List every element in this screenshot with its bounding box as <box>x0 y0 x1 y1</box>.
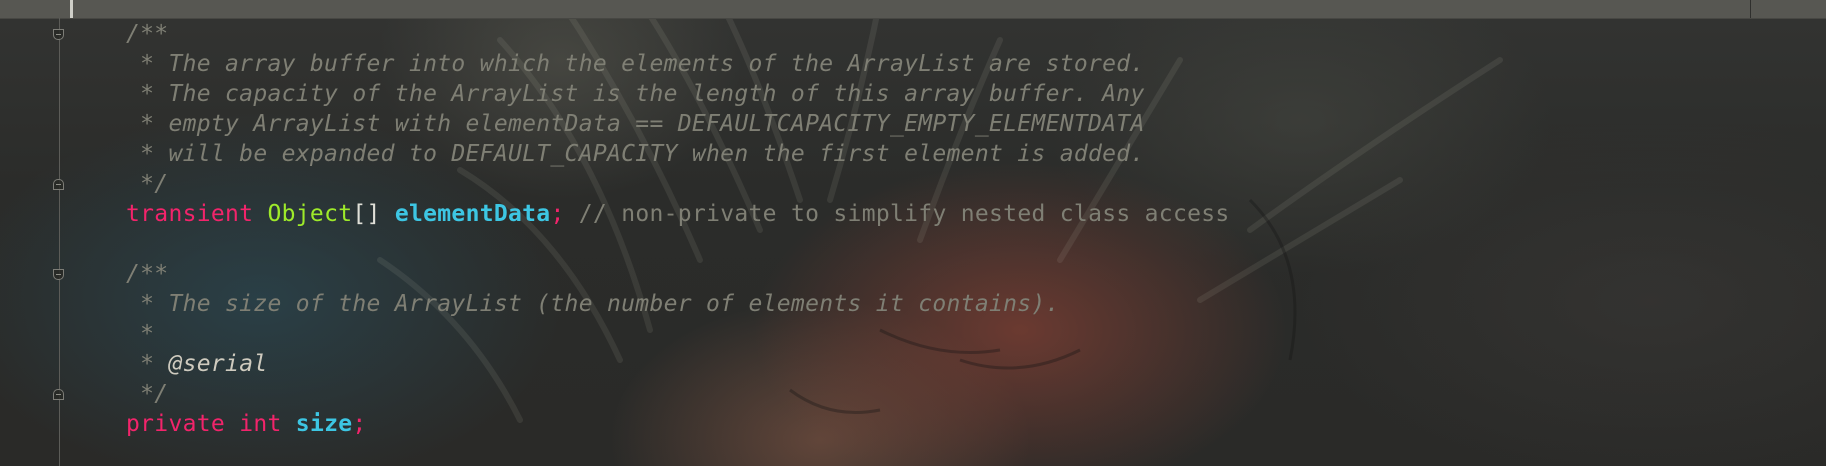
fold-close-icon[interactable] <box>53 179 64 190</box>
doc-comment: * The capacity of the ArrayList is the l… <box>126 81 1145 107</box>
code-line-size: private int size; <box>126 409 1230 439</box>
keyword-private: private <box>126 411 226 437</box>
doc-comment: * <box>126 351 169 377</box>
code-line: * The array buffer into which the elemen… <box>126 49 1230 79</box>
doc-comment: * The size of the ArrayList (the number … <box>126 291 1060 317</box>
doc-comment: * empty ArrayList with elementData == DE… <box>126 111 1145 137</box>
doc-comment: * <box>126 321 155 347</box>
tab-indicator <box>70 0 73 18</box>
fold-open-icon[interactable] <box>53 269 64 280</box>
fold-open-icon[interactable] <box>53 29 64 40</box>
code-line: */ <box>126 169 1230 199</box>
code-line: /** <box>126 259 1230 289</box>
semicolon: ; <box>550 201 565 227</box>
doc-comment: /** <box>126 261 169 287</box>
field-elementdata: elementData <box>394 201 551 227</box>
tab-separator <box>1750 0 1751 18</box>
code-line: * The capacity of the ArrayList is the l… <box>126 79 1230 109</box>
type-object: Object <box>267 201 353 227</box>
code-line: * will be expanded to DEFAULT_CAPACITY w… <box>126 139 1230 169</box>
type-int: int <box>239 411 282 437</box>
code-line: * empty ArrayList with elementData == DE… <box>126 109 1230 139</box>
code-line: * @serial <box>126 349 1230 379</box>
semicolon: ; <box>352 411 367 437</box>
keyword-transient: transient <box>126 201 254 227</box>
doc-comment: /** <box>126 21 169 47</box>
javadoc-tag: @serial <box>168 351 268 377</box>
code-line: * The size of the ArrayList (the number … <box>126 289 1230 319</box>
code-line: /** <box>126 19 1230 49</box>
doc-comment: */ <box>126 381 169 407</box>
doc-comment: * will be expanded to DEFAULT_CAPACITY w… <box>126 141 1145 167</box>
array-brackets: [] <box>352 201 381 227</box>
line-comment: // non-private to simplify nested class … <box>578 201 1230 227</box>
fold-close-icon[interactable] <box>53 389 64 400</box>
code-area[interactable]: /** * The array buffer into which the el… <box>126 19 1230 439</box>
code-line: */ <box>126 379 1230 409</box>
doc-comment: * The array buffer into which the elemen… <box>126 51 1145 77</box>
code-editor[interactable]: /** * The array buffer into which the el… <box>0 0 1826 466</box>
field-size: size <box>295 411 353 437</box>
code-line-elementdata: transient Object[] elementData; // non-p… <box>126 199 1230 229</box>
editor-tab-bar <box>0 0 1826 19</box>
doc-comment: */ <box>126 171 169 197</box>
code-line: * <box>126 319 1230 349</box>
